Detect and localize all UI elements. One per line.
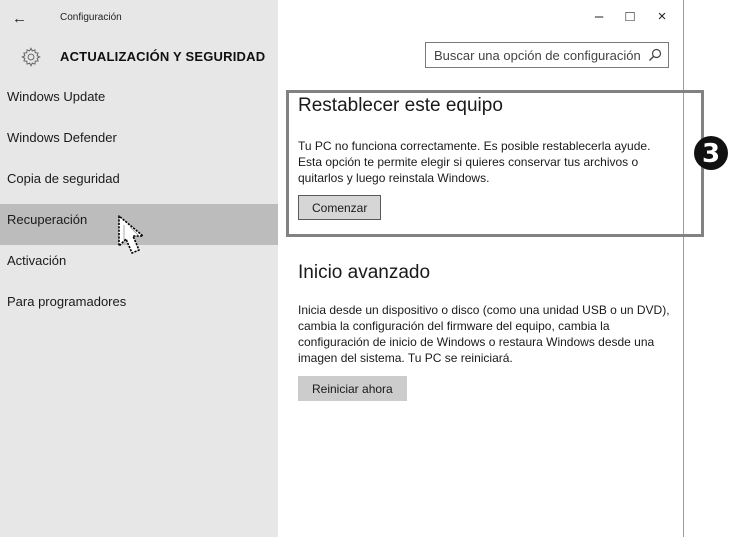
highlight-frame — [286, 90, 704, 237]
sidebar-item-label: Windows Defender — [7, 130, 117, 145]
sidebar-item-label: Para programadores — [7, 294, 127, 309]
step-number: 3 — [702, 139, 720, 169]
title-bar: ← Configuración – □ × — [0, 0, 684, 36]
step-number-badge: 3 — [694, 136, 728, 170]
back-arrow-icon[interactable]: ← — [12, 10, 27, 27]
sidebar-item-backup[interactable]: Copia de seguridad — [0, 163, 278, 204]
sidebar-item-label: Copia de seguridad — [7, 171, 120, 186]
search-input[interactable]: Buscar una opción de configuración — [425, 42, 669, 68]
minimize-button[interactable]: – — [588, 8, 610, 26]
mouse-pointer-icon — [118, 215, 144, 254]
search-icon[interactable] — [648, 48, 662, 62]
sidebar-item-windows-update[interactable]: Windows Update — [0, 81, 278, 122]
sidebar-nav: Windows Update Windows Defender Copia de… — [0, 81, 278, 327]
sidebar-item-windows-defender[interactable]: Windows Defender — [0, 122, 278, 163]
gear-icon — [21, 47, 41, 67]
sidebar-item-label: Windows Update — [7, 89, 106, 104]
app-title: Configuración — [60, 12, 122, 23]
advanced-startup-heading: Inicio avanzado — [298, 262, 431, 283]
restart-now-button[interactable]: Reiniciar ahora — [298, 376, 407, 401]
sidebar-item-label: Activación — [7, 253, 67, 268]
search-placeholder: Buscar una opción de configuración — [434, 48, 641, 63]
sidebar-item-label: Recuperación — [7, 212, 88, 227]
maximize-button[interactable]: □ — [619, 8, 641, 26]
section-title: ACTUALIZACIÓN Y SEGURIDAD — [60, 49, 266, 64]
sidebar-item-developers[interactable]: Para programadores — [0, 286, 278, 327]
close-button[interactable]: × — [651, 8, 673, 26]
advanced-startup-description: Inicia desde un dispositivo o disco (com… — [298, 303, 670, 365]
settings-window: ← Configuración – □ × ACTUALIZACIÓN Y SE… — [0, 0, 684, 537]
